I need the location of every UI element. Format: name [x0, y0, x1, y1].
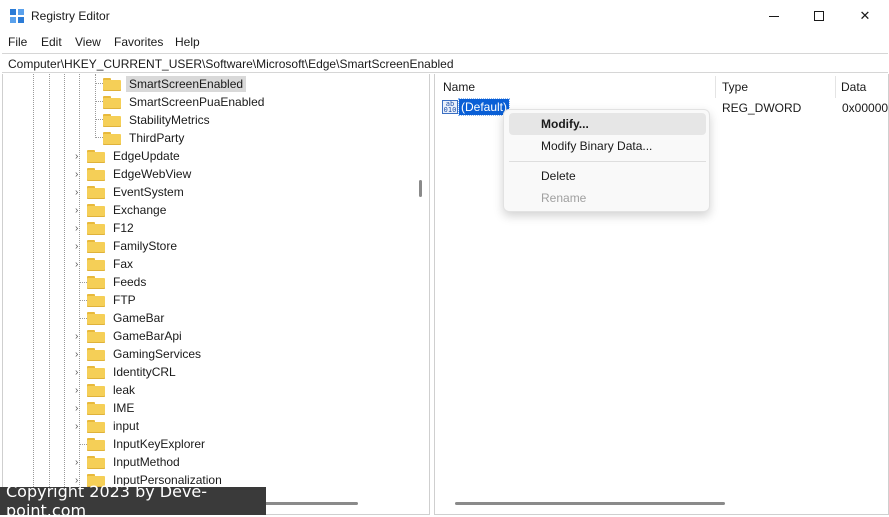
- chevron-right-icon[interactable]: ›: [75, 187, 78, 198]
- maximize-icon: [814, 11, 824, 21]
- tree-item-smartscreenenabled[interactable]: SmartScreenEnabled: [103, 75, 247, 93]
- chevron-right-icon[interactable]: ›: [75, 403, 78, 414]
- minimize-button[interactable]: [751, 0, 797, 32]
- string-value-icon: ab 010: [442, 100, 458, 114]
- tree-item-gamebarapi[interactable]: › GameBarApi: [75, 327, 185, 345]
- folder-icon: [87, 203, 105, 217]
- tree-item-gamebar[interactable]: GameBar: [79, 309, 167, 327]
- folder-icon: [87, 275, 105, 289]
- folder-icon: [87, 455, 105, 469]
- context-menu: Modify... Modify Binary Data... Delete R…: [503, 109, 710, 212]
- value-name: (Default): [457, 98, 511, 116]
- chevron-right-icon[interactable]: ›: [75, 151, 78, 162]
- tree-item-input[interactable]: › input: [75, 417, 142, 435]
- minimize-icon: [769, 15, 779, 17]
- menu-favorites[interactable]: Favorites: [114, 35, 163, 49]
- tree-item-stabilitymetrics[interactable]: StabilityMetrics: [103, 111, 213, 129]
- folder-icon: [87, 401, 105, 415]
- chevron-right-icon[interactable]: ›: [75, 241, 78, 252]
- address-path: Computer\HKEY_CURRENT_USER\Software\Micr…: [8, 57, 454, 71]
- column-header-name[interactable]: Name: [443, 80, 475, 94]
- folder-icon: [87, 221, 105, 235]
- tree-horizontal-scrollbar[interactable]: [265, 502, 358, 505]
- tree-item-identitycrl[interactable]: › IdentityCRL: [75, 363, 179, 381]
- address-bar[interactable]: Computer\HKEY_CURRENT_USER\Software\Micr…: [2, 53, 888, 73]
- folder-icon: [87, 311, 105, 325]
- menu-bar: File Edit View Favorites Help: [0, 32, 889, 52]
- column-header-data[interactable]: Data: [841, 80, 866, 94]
- tree-item-ime[interactable]: › IME: [75, 399, 137, 417]
- folder-icon: [87, 149, 105, 163]
- folder-icon: [103, 131, 121, 145]
- folder-icon: [87, 329, 105, 343]
- tree-item-eventsystem[interactable]: › EventSystem: [75, 183, 187, 201]
- folder-icon: [87, 167, 105, 181]
- folder-icon: [87, 419, 105, 433]
- menu-item-modify-binary-data[interactable]: Modify Binary Data...: [509, 135, 706, 157]
- tree-item-thirdparty[interactable]: ThirdParty: [103, 129, 187, 147]
- close-button[interactable]: ✕: [842, 0, 888, 32]
- menu-view[interactable]: View: [75, 35, 101, 49]
- folder-icon: [103, 77, 121, 91]
- folder-icon: [103, 113, 121, 127]
- menu-file[interactable]: File: [8, 35, 27, 49]
- registry-editor-app-icon: [10, 9, 24, 23]
- menu-item-modify[interactable]: Modify...: [509, 113, 706, 135]
- folder-icon: [87, 257, 105, 271]
- value-type: REG_DWORD: [722, 101, 802, 115]
- folder-icon: [87, 365, 105, 379]
- tree-item-edgeupdate[interactable]: › EdgeUpdate: [75, 147, 183, 165]
- maximize-button[interactable]: [796, 0, 842, 32]
- tree-pane[interactable]: SmartScreenEnabled SmartScreenPuaEnabled…: [2, 74, 430, 515]
- chevron-right-icon[interactable]: ›: [75, 457, 78, 468]
- folder-icon: [87, 383, 105, 397]
- chevron-right-icon[interactable]: ›: [75, 223, 78, 234]
- tree-item-edgewebview[interactable]: › EdgeWebView: [75, 165, 194, 183]
- tree-item-fax[interactable]: › Fax: [75, 255, 136, 273]
- copyright-watermark: Copyright 2023 by Deve-point.com: [0, 482, 266, 517]
- menu-edit[interactable]: Edit: [41, 35, 62, 49]
- pane-splitter-handle[interactable]: [419, 180, 422, 197]
- tree-item-f12[interactable]: › F12: [75, 219, 137, 237]
- tree-item-exchange[interactable]: › Exchange: [75, 201, 169, 219]
- menu-item-delete[interactable]: Delete: [509, 165, 706, 187]
- title-bar: Registry Editor ✕: [0, 0, 889, 32]
- tree-item-feeds[interactable]: Feeds: [79, 273, 149, 291]
- folder-icon: [87, 185, 105, 199]
- tree-item-inputkeyexplorer[interactable]: InputKeyExplorer: [79, 435, 208, 453]
- tree-item-leak[interactable]: › leak: [75, 381, 138, 399]
- chevron-right-icon[interactable]: ›: [75, 259, 78, 270]
- menu-item-rename: Rename: [541, 191, 587, 205]
- tree-item-familystore[interactable]: › FamilyStore: [75, 237, 180, 255]
- chevron-right-icon[interactable]: ›: [75, 349, 78, 360]
- tree-item-gamingservices[interactable]: › GamingServices: [75, 345, 204, 363]
- window-title: Registry Editor: [31, 9, 110, 23]
- chevron-right-icon[interactable]: ›: [75, 367, 78, 378]
- chevron-right-icon[interactable]: ›: [75, 331, 78, 342]
- folder-icon: [87, 437, 105, 451]
- tree-item-smartscreenpuaenabled[interactable]: SmartScreenPuaEnabled: [103, 93, 267, 111]
- folder-icon: [87, 239, 105, 253]
- menu-help[interactable]: Help: [175, 35, 200, 49]
- chevron-right-icon[interactable]: ›: [75, 421, 78, 432]
- menu-separator: [509, 161, 706, 162]
- values-horizontal-scrollbar[interactable]: [455, 502, 725, 505]
- chevron-right-icon[interactable]: ›: [75, 205, 78, 216]
- folder-icon: [87, 293, 105, 307]
- column-header-type[interactable]: Type: [722, 80, 748, 94]
- folder-icon: [103, 95, 121, 109]
- chevron-right-icon[interactable]: ›: [75, 169, 78, 180]
- folder-icon: [87, 347, 105, 361]
- value-data: 0x000000: [842, 101, 889, 115]
- tree-item-inputmethod[interactable]: › InputMethod: [75, 453, 183, 471]
- chevron-right-icon[interactable]: ›: [75, 385, 78, 396]
- close-icon: ✕: [859, 8, 871, 23]
- tree-item-ftp[interactable]: FTP: [79, 291, 139, 309]
